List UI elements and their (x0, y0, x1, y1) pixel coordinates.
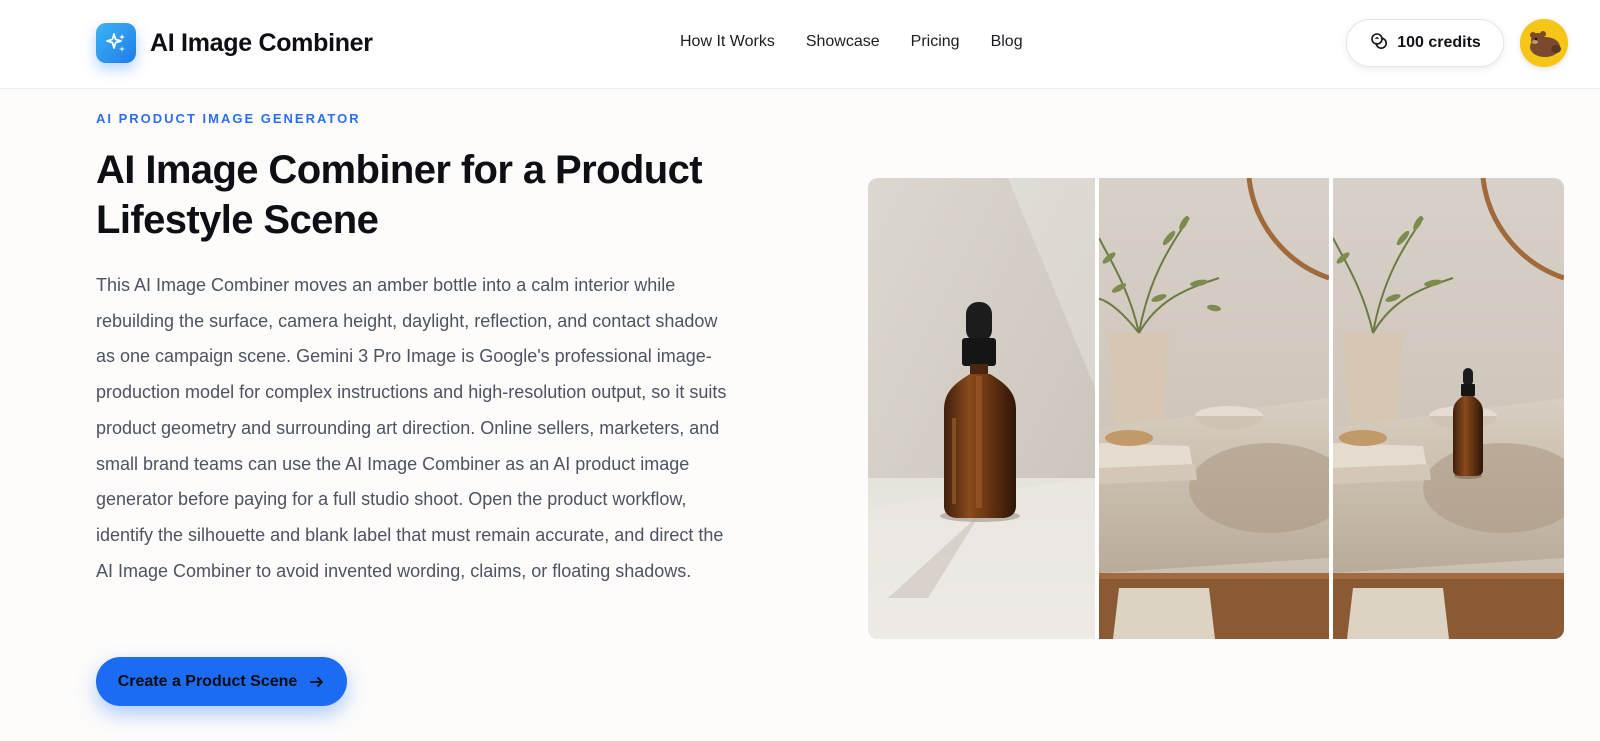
nav-blog[interactable]: Blog (991, 33, 1023, 51)
product-scene-gallery (868, 178, 1564, 639)
nav-showcase[interactable]: Showcase (806, 33, 880, 51)
arrow-right-icon (309, 674, 325, 690)
page-title: AI Image Combiner for a Product Lifestyl… (96, 148, 703, 242)
nav-how-it-works[interactable]: How It Works (680, 33, 775, 51)
product-source-image (868, 178, 1095, 639)
brand-logo[interactable]: AI Image Combiner (96, 23, 373, 63)
combined-result-image (1333, 178, 1564, 639)
main-nav: How It Works Showcase Pricing Blog (680, 33, 1054, 51)
hero-eyebrow: AI PRODUCT IMAGE GENERATOR (96, 111, 361, 126)
lifestyle-scene-image (1099, 178, 1329, 639)
hero-description: This AI Image Combiner moves an amber bo… (96, 275, 727, 581)
nav-pricing[interactable]: Pricing (911, 33, 960, 51)
credits-count: 100 credits (1397, 34, 1481, 51)
sparkles-icon (96, 23, 136, 63)
top-header: AI Image Combiner How It Works Showcase … (0, 0, 1600, 89)
credits-button[interactable]: 100 credits (1346, 19, 1504, 67)
cta-label: Create a Product Scene (117, 672, 298, 690)
user-avatar[interactable] (1520, 19, 1568, 67)
brand-name: AI Image Combiner (150, 28, 373, 57)
coins-icon (1369, 31, 1389, 56)
create-product-scene-button[interactable]: Create a Product Scene (96, 657, 347, 706)
